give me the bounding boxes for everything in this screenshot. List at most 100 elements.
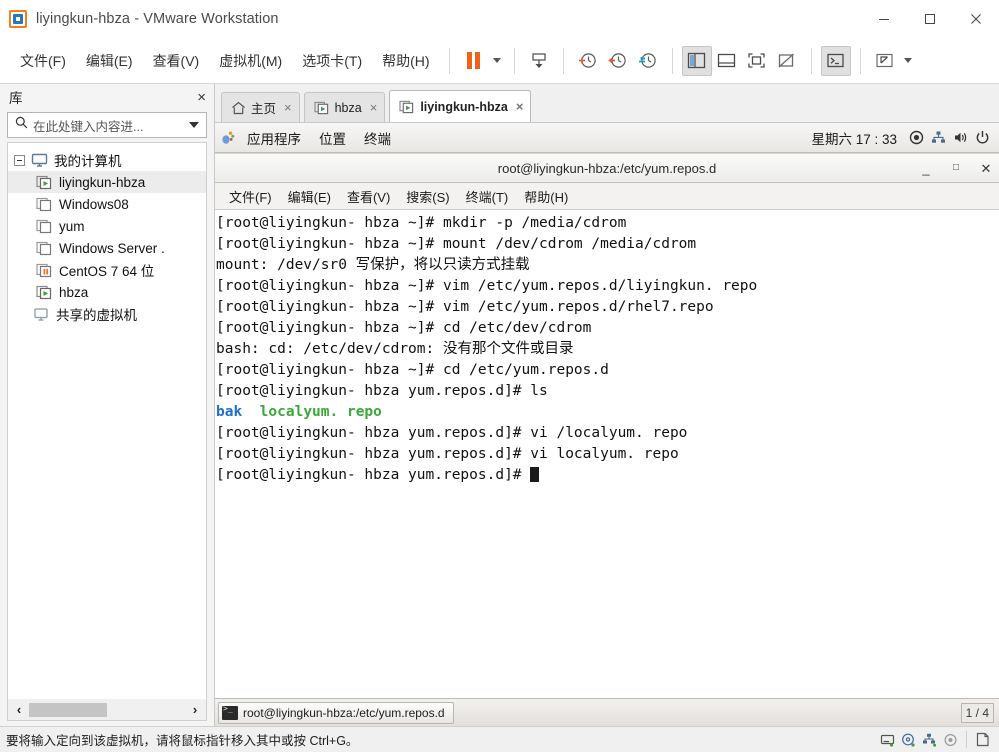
menu-edit[interactable]: 编辑(E) <box>76 46 143 76</box>
tree-item-label: Windows Server . <box>59 240 165 256</box>
term-menu-help[interactable]: 帮助(H) <box>516 184 576 209</box>
gnome-places-menu[interactable]: 位置 <box>310 128 355 148</box>
hard-disk-icon[interactable] <box>877 733 898 747</box>
menu-help[interactable]: 帮助(H) <box>372 46 439 76</box>
terminal-window[interactable]: root@liyingkun-hbza:/etc/yum.repos.d _ □… <box>215 153 999 698</box>
vm-running-icon <box>36 285 52 299</box>
hide-console-view-button[interactable] <box>772 46 802 76</box>
pause-icon <box>467 52 481 69</box>
term-menu-edit[interactable]: 编辑(E) <box>280 184 339 209</box>
terminal-icon <box>222 704 238 720</box>
workspace-switcher[interactable]: 1 / 4 <box>960 702 994 723</box>
scrollbar-thumb[interactable] <box>29 702 107 717</box>
gnome-applications-menu[interactable]: 应用程序 <box>238 128 310 148</box>
terminal-output[interactable]: [root@liyingkun- hbza ~]# mkdir -p /medi… <box>215 210 999 698</box>
term-menu-file[interactable]: 文件(F) <box>221 184 280 209</box>
show-console-view-button[interactable] <box>742 46 772 76</box>
record-indicator-icon[interactable] <box>905 130 927 145</box>
fullscreen-dropdown[interactable] <box>900 46 916 76</box>
network-adapter-icon[interactable] <box>919 733 940 747</box>
enter-fullscreen-button[interactable] <box>870 46 900 76</box>
tab-home[interactable]: 主页 × <box>221 92 300 122</box>
tree-item-hbza[interactable]: hbza <box>8 281 206 303</box>
tab-close-icon[interactable]: × <box>284 101 292 114</box>
terminal-close-button[interactable]: ✕ <box>979 162 993 175</box>
menu-tabs[interactable]: 选项卡(T) <box>292 46 372 76</box>
home-icon <box>232 101 245 114</box>
terminal-maximize-button[interactable]: □ <box>949 163 963 173</box>
cd-dvd-icon[interactable] <box>898 733 919 747</box>
tree-item-liyingkun-hbza[interactable]: liyingkun-hbza <box>8 171 206 193</box>
tab-close-icon[interactable]: × <box>370 101 378 114</box>
search-icon <box>15 116 28 134</box>
tab-liyingkun-hbza[interactable]: liyingkun-hbza × <box>389 90 532 122</box>
tree-item-my-computer[interactable]: 我的计算机 <box>8 149 206 171</box>
terminal-segment: [root@liyingkun- hbza ~]# cd /etc/yum.re… <box>216 362 609 378</box>
terminal-segment: [root@liyingkun- hbza ~]# mount /dev/cdr… <box>216 236 697 252</box>
tree-item-yum[interactable]: yum <box>8 215 206 237</box>
tree-item-windows08[interactable]: Windows08 <box>8 193 206 215</box>
snapshot-take-button[interactable] <box>573 46 603 76</box>
taskbar-window-label: root@liyingkun-hbza:/etc/yum.repos.d <box>243 705 445 720</box>
show-thumbnail-bar-button[interactable] <box>712 46 742 76</box>
volume-icon[interactable] <box>949 130 971 145</box>
show-library-button[interactable] <box>681 45 712 76</box>
term-menu-search[interactable]: 搜索(S) <box>398 184 457 209</box>
send-ctrl-alt-del-button[interactable] <box>524 46 554 76</box>
printer-icon[interactable] <box>972 732 993 747</box>
terminal-segment: [root@liyingkun- hbza yum.repos.d]# ls <box>216 383 548 399</box>
taskbar-window-button[interactable]: root@liyingkun-hbza:/etc/yum.repos.d <box>218 701 454 724</box>
collapse-icon[interactable] <box>14 154 25 166</box>
gnome-clock[interactable]: 星期六 17 : 33 <box>803 128 905 148</box>
terminal-segment: localyum. repo <box>259 404 382 420</box>
clock-manage-icon <box>639 53 656 68</box>
scroll-left-icon[interactable]: ‹ <box>11 702 27 717</box>
menu-toolbar-row: 文件(F) 编辑(E) 查看(V) 虚拟机(M) 选项卡(T) 帮助(H) <box>0 38 999 84</box>
close-button[interactable] <box>953 0 999 38</box>
console-terminal-button[interactable] <box>820 45 851 76</box>
terminal-segment: [root@liyingkun- hbza ~]# cd /etc/dev/cd… <box>216 320 592 336</box>
menu-file[interactable]: 文件(F) <box>10 46 76 76</box>
vm-tree: 我的计算机 liyingkun-hbza Windows08 yum Windo… <box>7 142 207 699</box>
power-dropdown[interactable] <box>489 46 505 76</box>
tab-hbza[interactable]: hbza × <box>303 92 386 122</box>
usb-icon[interactable] <box>940 733 961 747</box>
tree-item-centos7[interactable]: CentOS 7 64 位 <box>8 259 206 281</box>
library-sidebar: 库 × 在此处键入内容进... 我的计算机 liyingkun-hbza Win… <box>0 84 215 726</box>
panel-left-icon <box>687 52 706 69</box>
network-icon[interactable] <box>927 130 949 145</box>
menu-vm[interactable]: 虚拟机(M) <box>209 46 292 76</box>
search-input[interactable]: 在此处键入内容进... <box>33 116 189 135</box>
vm-pane: 主页 × hbza × liyingkun-hbza × 应用程序 位置 终端 … <box>215 84 999 726</box>
library-close-icon[interactable]: × <box>197 90 206 105</box>
keyboard-send-icon <box>531 52 546 68</box>
guest-screen[interactable]: 应用程序 位置 终端 星期六 17 : 33 root@liyingkun-hb… <box>215 122 999 726</box>
snapshot-manager-button[interactable] <box>633 46 663 76</box>
maximize-button[interactable] <box>907 0 953 38</box>
vm-running-icon <box>36 175 52 189</box>
vm-running-icon <box>399 100 414 113</box>
snapshot-revert-button[interactable] <box>603 46 633 76</box>
window-controls <box>861 0 999 38</box>
scroll-right-icon[interactable]: › <box>187 702 203 717</box>
tree-item-windows-server[interactable]: Windows Server . <box>8 237 206 259</box>
suspend-button[interactable] <box>459 46 489 76</box>
library-horizontal-scrollbar[interactable]: ‹ › <box>7 699 207 721</box>
terminal-title-bar: root@liyingkun-hbza:/etc/yum.repos.d _ □… <box>215 154 999 183</box>
terminal-line: bak localyum. repo <box>216 402 999 423</box>
search-dropdown-icon[interactable] <box>189 122 199 128</box>
terminal-line: [root@liyingkun- hbza yum.repos.d]# vi /… <box>216 423 999 444</box>
power-icon[interactable] <box>971 130 993 145</box>
menu-view[interactable]: 查看(V) <box>143 46 210 76</box>
gnome-terminal-menu[interactable]: 终端 <box>355 128 400 148</box>
terminal-minimize-button[interactable]: _ <box>919 162 933 175</box>
terminal-title: root@liyingkun-hbza:/etc/yum.repos.d <box>497 160 717 176</box>
term-menu-view[interactable]: 查看(V) <box>339 184 398 209</box>
tab-close-icon[interactable]: × <box>516 100 524 113</box>
clock-plus-icon <box>579 53 596 68</box>
term-menu-terminal[interactable]: 终端(T) <box>458 184 517 209</box>
library-search-box[interactable]: 在此处键入内容进... <box>7 112 207 138</box>
tree-item-shared-vms[interactable]: 共享的虚拟机 <box>8 303 206 325</box>
minimize-button[interactable] <box>861 0 907 38</box>
toolbar-separator <box>810 47 812 74</box>
